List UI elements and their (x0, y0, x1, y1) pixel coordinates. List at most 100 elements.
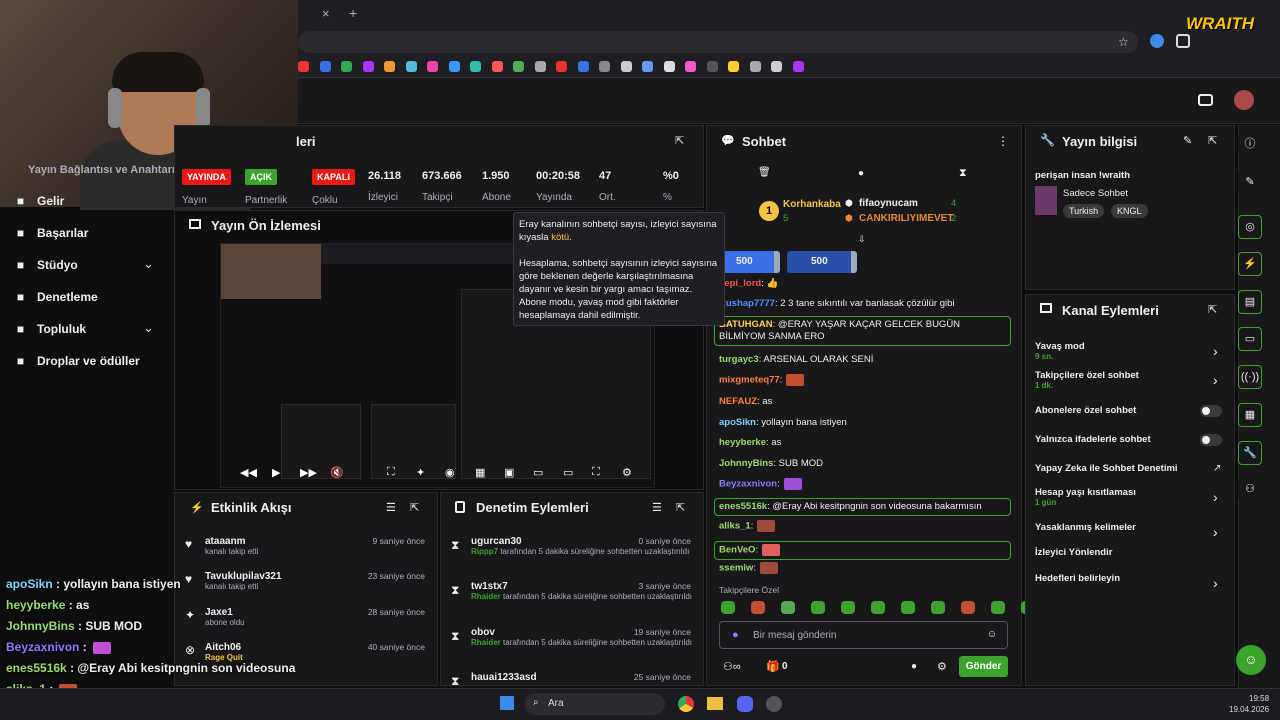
bookmark-icon[interactable] (319, 61, 331, 72)
channel-action-item[interactable]: Hedefleri belirleyin (1035, 573, 1120, 584)
send-button[interactable]: Gönder (959, 656, 1008, 677)
pip-icon[interactable]: ▭ (563, 466, 573, 479)
chat-settings-icon[interactable]: ● (858, 168, 864, 179)
bookmark-icon[interactable] (448, 61, 460, 72)
activity-item[interactable]: Jaxe1 abone oldu 28 saniye önce (205, 607, 430, 627)
chat-username[interactable]: BenVeO (719, 545, 755, 556)
mod-action-item[interactable]: ugurcan30 Rippp7 tarafından 5 dakika süre… (471, 536, 693, 557)
emote[interactable] (757, 520, 776, 532)
channel-action-item[interactable]: Yapay Zeka ile Sohbet Denetimi (1035, 463, 1178, 474)
chat-message[interactable]: mixgmeteq77: (719, 374, 1011, 387)
emote[interactable] (751, 601, 765, 614)
bookmark-icon[interactable] (749, 61, 761, 72)
gear-icon[interactable]: ⚙ (937, 660, 947, 673)
chat-username[interactable]: JohnnyBins (719, 458, 773, 469)
extension-icon[interactable] (1150, 34, 1164, 48)
chat-message[interactable]: turgayc3: ARSENAL OLARAK SENİ (719, 354, 1011, 366)
chat-message[interactable]: BATUHGAN: @ERAY YAŞAR KAÇAR GELCEK BUGÜN… (714, 316, 1011, 346)
chat-username[interactable]: ssemiw (719, 563, 753, 574)
emote[interactable] (991, 601, 1005, 614)
sidebar-item[interactable]: ■ Başarılar (14, 222, 89, 244)
emote[interactable] (762, 544, 781, 556)
wrench-icon[interactable]: 🔧 (1238, 441, 1262, 465)
filter-icon[interactable]: ☰ (652, 501, 662, 514)
bookmark-icon[interactable] (513, 61, 524, 72)
chrome-icon[interactable] (678, 696, 694, 712)
chat-bubble-icon[interactable]: ● (911, 661, 917, 672)
bookmark-icon[interactable] (620, 61, 632, 72)
bookmark-icon[interactable] (556, 61, 567, 72)
channel-points-icon[interactable]: ⚇∞ (723, 660, 741, 673)
gifter-name[interactable]: fifaoynucam (859, 198, 918, 209)
bookmark-icon[interactable] (663, 61, 675, 72)
bookmark-icon[interactable] (384, 61, 395, 72)
chevron-right-icon[interactable]: › (1213, 372, 1218, 388)
chat-username[interactable]: cepi_lord (719, 278, 761, 289)
bookmark-icon[interactable] (341, 61, 352, 72)
bookmark-icon[interactable] (491, 61, 503, 72)
info-icon[interactable]: ⓘ (1238, 132, 1262, 156)
chat-username[interactable]: heyyberke (719, 437, 766, 448)
hourglass-icon[interactable]: ⧗ (959, 167, 967, 180)
popout-icon[interactable]: ⇱ (675, 134, 684, 147)
gear-icon[interactable]: ⚙ (622, 466, 632, 479)
category-boxart[interactable] (1035, 186, 1057, 215)
discord-icon[interactable] (737, 696, 753, 712)
emote[interactable] (961, 601, 975, 614)
emote[interactable] (811, 601, 825, 614)
bookmark-icon[interactable] (298, 61, 309, 72)
emote[interactable] (721, 601, 735, 614)
sidebar-item[interactable]: ■ Droplar ve ödüller (14, 350, 140, 372)
clip-icon[interactable]: ◉ (445, 466, 455, 479)
forward-icon[interactable]: ▶▶ (300, 466, 317, 479)
sidebar-item[interactable]: ■ Denetleme (14, 286, 98, 308)
grid-icon[interactable]: ▦ (475, 466, 485, 479)
channel-action-item[interactable]: Yalnızca ifadelerle sohbet (1035, 434, 1151, 445)
chevron-right-icon[interactable]: › (1213, 575, 1218, 591)
bookmark-icon[interactable] (362, 61, 374, 72)
edit-icon[interactable]: ✎ (1183, 134, 1192, 147)
gift-icon[interactable]: 🎁 (766, 660, 780, 673)
emote[interactable] (901, 601, 915, 614)
chat-icon[interactable]: ▭ (1238, 327, 1262, 351)
star-icon[interactable]: ☆ (1118, 35, 1129, 49)
bookmark-icon[interactable] (792, 61, 804, 72)
mod-action-item[interactable]: tw1stx7 Rhaider tarafından 5 dakika sürel… (471, 581, 693, 602)
emote[interactable] (841, 601, 855, 614)
new-tab-button[interactable]: + (349, 5, 357, 21)
broadcast-icon[interactable]: ((·)) (1238, 365, 1262, 389)
filter-icon[interactable]: ☰ (386, 501, 396, 514)
bookmark-icon[interactable] (642, 61, 653, 72)
folder-icon[interactable] (707, 697, 723, 710)
more-options-icon[interactable]: ⋮ (997, 134, 1009, 148)
emote[interactable] (871, 601, 885, 614)
sidebar-partial-item[interactable]: Yayın Bağlantısı ve Anahtarı (28, 164, 175, 176)
bookmark-icon[interactable] (470, 61, 481, 72)
gifter-name[interactable]: CANKIRILIYIMEVET (859, 213, 953, 224)
emote[interactable] (759, 562, 778, 574)
channel-action-item[interactable]: Yasaklanmış kelimeler (1035, 522, 1136, 533)
microphone-icon[interactable]: ● (732, 629, 739, 641)
mute-icon[interactable]: 🔇 (330, 466, 344, 479)
channel-action-item[interactable]: Yavaş mod 9 sn. (1035, 341, 1085, 361)
emote-picker-icon[interactable]: ☺ (987, 629, 997, 640)
chat-username[interactable]: apoSikn (719, 417, 756, 428)
sidebar-item[interactable]: ■ Topluluk (14, 318, 86, 340)
popout-icon[interactable]: ⇱ (1208, 134, 1217, 147)
mod-icon[interactable]: ▦ (1238, 403, 1262, 427)
toggle-switch[interactable] (1200, 434, 1222, 446)
bookmark-icon[interactable] (405, 61, 417, 72)
help-button[interactable]: ☺ (1236, 645, 1266, 675)
channel-action-item[interactable]: Takipçilere özel sohbet 1 dk. (1035, 370, 1139, 390)
chat-message[interactable]: cepi_lord: 👍 (719, 278, 1011, 290)
bookmark-icon[interactable] (577, 61, 589, 72)
avatar[interactable] (1234, 90, 1254, 110)
mod-action-item[interactable]: obov Rhaider tarafından 5 dakika süreliği… (471, 627, 693, 648)
app-icon[interactable] (766, 696, 782, 712)
chat-username[interactable]: NEFAUZ (719, 396, 757, 407)
start-icon[interactable] (500, 696, 514, 710)
trash-icon[interactable]: 🗑 (758, 167, 771, 178)
emote[interactable] (931, 601, 945, 614)
popout-icon[interactable]: ⇱ (410, 501, 419, 514)
channel-action-item[interactable]: Abonelere özel sohbet (1035, 405, 1136, 416)
